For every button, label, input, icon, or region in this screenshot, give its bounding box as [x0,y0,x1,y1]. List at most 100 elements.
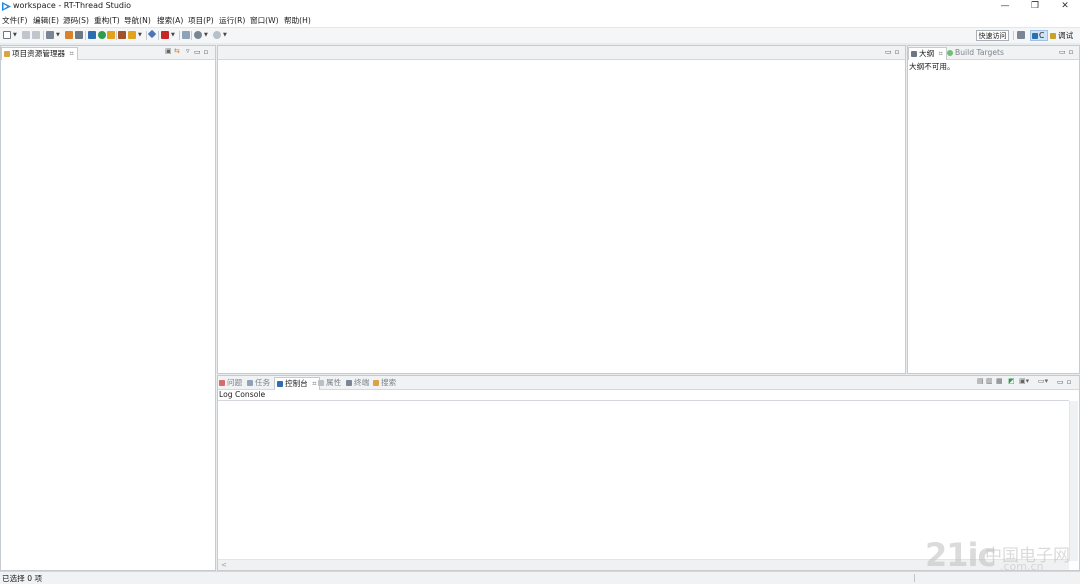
menu-project[interactable]: 项目(P) [188,15,214,26]
tab-outline-label: 大纲 [919,49,935,58]
perspective-debug-label: 调试 [1058,31,1074,40]
minimize-maximize-icons[interactable]: ▭▫ [194,48,211,56]
new-dropdown-icon[interactable]: ▼ [13,32,17,38]
debug-perspective-icon [1050,33,1056,39]
menu-refactor[interactable]: 重构(T) [94,15,120,26]
close-tab-icon[interactable]: ⌗ [70,49,74,58]
build-targets-icon [947,50,953,56]
tab-project-explorer[interactable]: 项目资源管理器 ⌗ [1,47,78,60]
download-icon[interactable] [88,31,96,39]
link-icon[interactable] [75,31,83,39]
tab-tasks-label: 任务 [255,378,271,387]
outline-unavailable-message: 大纲不可用。 [909,62,955,71]
back-dropdown-icon[interactable]: ▼ [204,32,208,38]
properties-icon [318,380,324,386]
display-console-icon[interactable]: ▣▾ [1019,377,1029,385]
tab-build-targets-label: Build Targets [955,48,1004,57]
menu-window[interactable]: 窗口(W) [250,15,279,26]
bottom-tabstrip: 问题 任务 控制台 ⌗ 属性 终端 搜索 ▤ ▥ ▦ ◩ ▣▾ ▭▾ ▭▫ [218,376,1079,390]
close-console-tab-icon[interactable]: ⌗ [312,379,316,388]
rt-thread-app-icon [2,2,11,11]
word-wrap-icon[interactable]: ▦ [996,377,1003,385]
new-icon[interactable] [3,31,11,39]
console-vertical-scrollbar[interactable] [1069,401,1078,561]
tab-terminal[interactable]: 终端 [346,377,369,389]
title-bar: workspace - RT-Thread Studio — ❐ ✕ [0,0,1080,13]
c-perspective-icon [1032,33,1038,39]
tab-search[interactable]: 搜索 [373,377,396,389]
project-explorer-tabstrip: 项目资源管理器 ⌗ ▣ ⇆ ▿ ▭▫ [1,46,215,60]
open-console-icon[interactable]: ▭▾ [1038,377,1048,385]
annotation-icon[interactable] [182,31,190,39]
build-icon[interactable] [46,31,54,39]
menu-file[interactable]: 文件(F) [2,15,27,26]
menu-bar: 文件(F) 编辑(E) 源码(S) 重构(T) 导航(N) 搜索(A) 项目(P… [0,13,1080,26]
tab-properties[interactable]: 属性 [318,377,341,389]
terminal-icon [346,380,352,386]
outline-minimize-maximize-icons[interactable]: ▭▫ [1059,48,1076,56]
forward-icon[interactable] [213,31,221,39]
console-minimize-maximize-icons[interactable]: ▭▫ [1057,378,1074,386]
console-name-label: Log Console [219,390,266,399]
tab-outline[interactable]: 大纲 ⌗ [908,47,947,60]
search-icon [373,380,379,386]
menu-source[interactable]: 源码(S) [63,15,89,26]
tab-project-explorer-label: 项目资源管理器 [12,49,66,58]
link-editor-icon[interactable]: ⇆ [174,47,180,55]
menu-navigate[interactable]: 导航(N) [124,15,151,26]
build-dropdown-icon[interactable]: ▼ [56,32,60,38]
perspective-c-button[interactable]: C [1030,30,1048,41]
save-icon[interactable] [22,31,30,39]
project-explorer-panel: 项目资源管理器 ⌗ ▣ ⇆ ▿ ▭▫ [0,45,216,571]
workbench: 项目资源管理器 ⌗ ▣ ⇆ ▿ ▭▫ ▭▫ 大纲 ⌗ Build Targets… [0,43,1080,571]
restore-button[interactable]: ❐ [1020,0,1050,13]
editor-area[interactable]: ▭▫ [217,45,906,374]
close-button[interactable]: ✕ [1050,0,1080,13]
scroll-left-icon[interactable]: < [221,560,227,570]
perspective-c-label: C [1039,31,1045,40]
tools-dropdown-icon[interactable]: ▼ [138,32,142,38]
quick-access-input[interactable]: 快速访问 [976,30,1009,41]
sdk-manager-icon[interactable] [107,31,115,39]
save-all-icon[interactable] [32,31,40,39]
tab-tasks[interactable]: 任务 [247,377,270,389]
outline-icon [911,51,917,57]
window-title: workspace - RT-Thread Studio [13,1,132,10]
scroll-lock-icon[interactable]: ▥ [986,377,993,385]
minimize-button[interactable]: — [990,0,1020,13]
collapse-all-icon[interactable]: ▣ [165,47,172,55]
status-separator [914,574,915,582]
menu-search[interactable]: 搜索(A) [157,15,183,26]
tools-icon[interactable] [128,31,136,39]
pin-console-icon[interactable]: ◩ [1008,377,1015,385]
menu-help[interactable]: 帮助(H) [284,15,311,26]
tab-problems-label: 问题 [227,378,243,387]
clean-icon[interactable] [65,31,73,39]
terminal-connect-icon[interactable] [98,31,106,39]
stop-icon[interactable] [161,31,169,39]
tab-build-targets[interactable]: Build Targets [947,47,1004,59]
run-dropdown-icon[interactable]: ▼ [171,32,175,38]
problems-icon [219,380,225,386]
outline-tabstrip: 大纲 ⌗ Build Targets ▭▫ [908,46,1079,60]
open-project-icon[interactable] [118,31,126,39]
open-perspective-icon[interactable] [1017,31,1025,39]
editor-minimize-maximize-icons[interactable]: ▭▫ [885,48,902,56]
tab-problems[interactable]: 问题 [219,377,242,389]
tab-console[interactable]: 控制台 ⌗ [274,377,321,390]
clear-console-icon[interactable]: ▤ [977,377,984,385]
view-menu-icon[interactable]: ▿ [186,47,190,55]
tab-terminal-label: 终端 [354,378,370,387]
back-icon[interactable] [194,31,202,39]
tasks-icon [247,380,253,386]
tab-search-label: 搜索 [381,378,397,387]
tab-properties-label: 属性 [326,378,342,387]
menu-run[interactable]: 运行(R) [219,15,245,26]
menu-edit[interactable]: 编辑(E) [33,15,59,26]
status-selection-text: 已选择 0 项 [2,574,43,583]
forward-dropdown-icon[interactable]: ▼ [223,32,227,38]
close-outline-tab-icon[interactable]: ⌗ [939,49,943,58]
editor-tabstrip: ▭▫ [218,46,905,60]
perspective-debug-button[interactable]: 调试 [1050,30,1078,41]
debug-config-icon[interactable] [147,29,157,39]
